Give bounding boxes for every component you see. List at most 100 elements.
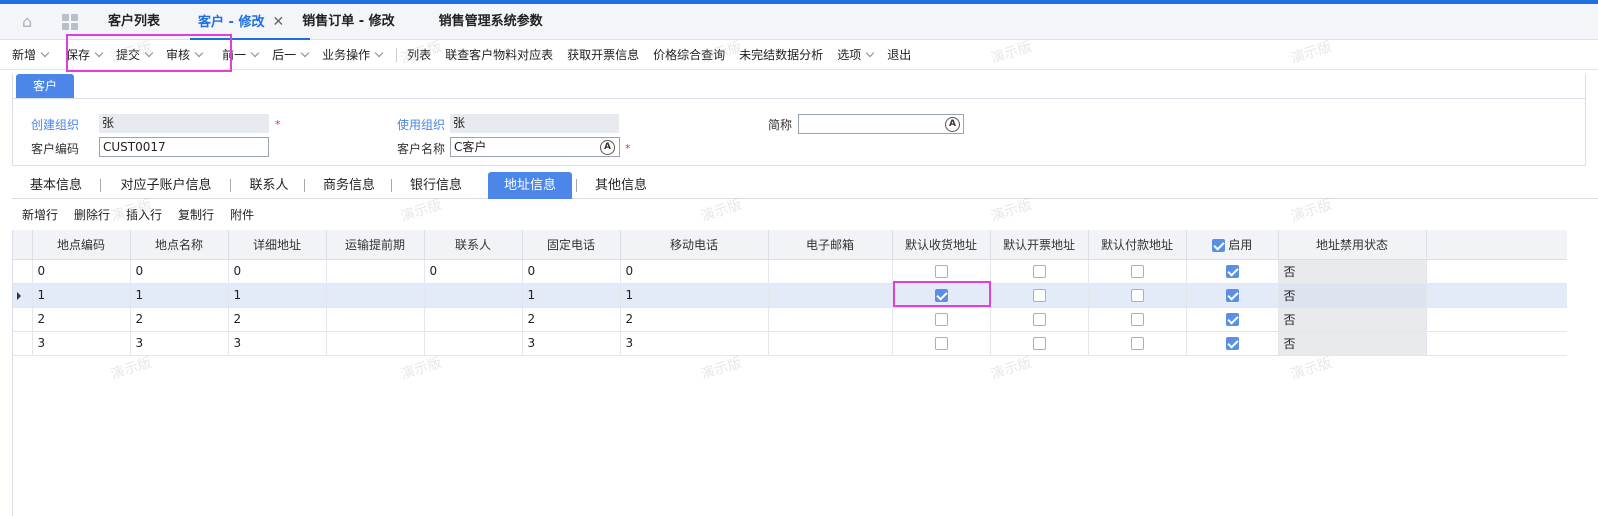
get-invoice-info-button[interactable]: 获取开票信息 — [567, 46, 639, 63]
pay-checkbox[interactable] — [1130, 337, 1144, 350]
cell-name[interactable]: 1 — [130, 283, 229, 308]
col-enabled[interactable]: 启用 — [1186, 230, 1279, 260]
col-default-pay[interactable]: 默认付款地址 — [1088, 230, 1187, 260]
cell-name[interactable]: 0 — [130, 259, 229, 284]
cell-code[interactable]: 3 — [32, 331, 131, 356]
col-address-status[interactable]: 地址禁用状态 — [1278, 230, 1427, 260]
lookup-icon[interactable]: A — [600, 140, 615, 155]
lookup-icon[interactable]: A — [945, 117, 960, 132]
ship-checkbox[interactable] — [934, 337, 948, 350]
cell-contact[interactable]: 0 — [424, 259, 523, 284]
tab-business-info[interactable]: 商务信息 — [308, 172, 390, 199]
customer-material-lookup-button[interactable]: 联查客户物料对应表 — [445, 46, 553, 63]
cell-mobile[interactable]: 3 — [620, 331, 769, 356]
unfinished-analysis-button[interactable]: 未完结数据分析 — [739, 46, 823, 63]
tab-address-info[interactable]: 地址信息 — [488, 172, 572, 199]
cell-email[interactable] — [768, 307, 893, 332]
invoice-checkbox[interactable] — [1032, 289, 1046, 302]
copy-row-button[interactable]: 复制行 — [178, 206, 214, 223]
tab-sales-params[interactable]: 销售管理系统参数 — [439, 4, 543, 40]
cell-addr[interactable]: 0 — [228, 259, 327, 284]
cell-mobile[interactable]: 1 — [620, 283, 769, 308]
cell-lead[interactable] — [326, 259, 425, 284]
add-row-button[interactable]: 新增行 — [22, 206, 58, 223]
apps-grid-icon[interactable] — [62, 13, 78, 30]
cell-phone[interactable]: 1 — [522, 283, 621, 308]
cell-code[interactable]: 1 — [32, 283, 131, 308]
cell-code[interactable]: 0 — [32, 259, 131, 284]
cell-name[interactable]: 2 — [130, 307, 229, 332]
home-icon[interactable]: ⌂ — [22, 13, 38, 30]
cell-contact[interactable] — [424, 283, 523, 308]
cell-mobile[interactable]: 2 — [620, 307, 769, 332]
cell-email[interactable] — [768, 259, 893, 284]
price-query-button[interactable]: 价格综合查询 — [653, 46, 725, 63]
cell-lead[interactable] — [326, 283, 425, 308]
cell-name[interactable]: 3 — [130, 331, 229, 356]
ship-checkbox[interactable] — [934, 313, 948, 326]
tab-bank-info[interactable]: 银行信息 — [395, 172, 477, 199]
row-indicator[interactable] — [13, 259, 33, 284]
table-row[interactable]: 33333否 — [13, 331, 1567, 356]
tab-other-info[interactable]: 其他信息 — [580, 172, 662, 199]
cell-lead[interactable] — [326, 307, 425, 332]
enabled-header-checkbox[interactable] — [1211, 238, 1225, 252]
col-contact[interactable]: 联系人 — [424, 230, 523, 260]
cell-addr[interactable]: 2 — [228, 307, 327, 332]
cell-lead[interactable] — [326, 331, 425, 356]
table-row[interactable]: 22222否 — [13, 307, 1567, 332]
table-row[interactable]: 11111否 — [13, 283, 1567, 308]
short-name-field[interactable] — [798, 114, 964, 134]
attachment-button[interactable]: 附件 — [230, 206, 254, 223]
invoice-checkbox[interactable] — [1032, 313, 1046, 326]
enabled-checkbox[interactable] — [1225, 313, 1239, 326]
pay-checkbox[interactable] — [1130, 313, 1144, 326]
delete-row-button[interactable]: 删除行 — [74, 206, 110, 223]
cell-phone[interactable]: 2 — [522, 307, 621, 332]
col-default-invoice[interactable]: 默认开票地址 — [990, 230, 1089, 260]
pay-checkbox[interactable] — [1130, 289, 1144, 302]
cell-code[interactable]: 2 — [32, 307, 131, 332]
cell-phone[interactable]: 0 — [522, 259, 621, 284]
col-site-code[interactable]: 地点编码 — [32, 230, 131, 260]
exit-button[interactable]: 退出 — [887, 46, 911, 63]
pay-checkbox[interactable] — [1130, 265, 1144, 278]
enabled-checkbox[interactable] — [1225, 337, 1239, 350]
customer-panel-tab[interactable]: 客户 — [16, 74, 74, 98]
col-detail-address[interactable]: 详细地址 — [228, 230, 327, 260]
col-email[interactable]: 电子邮箱 — [768, 230, 893, 260]
new-button[interactable]: 新增 — [12, 46, 50, 63]
tab-sales-order-edit[interactable]: 销售订单 - 修改 — [302, 4, 394, 40]
cell-phone[interactable]: 3 — [522, 331, 621, 356]
enabled-checkbox[interactable] — [1225, 265, 1239, 278]
col-lead-time[interactable]: 运输提前期 — [326, 230, 425, 260]
col-mobile[interactable]: 移动电话 — [620, 230, 769, 260]
cell-addr[interactable]: 3 — [228, 331, 327, 356]
col-phone[interactable]: 固定电话 — [522, 230, 621, 260]
close-icon[interactable]: ✕ — [272, 14, 284, 30]
cell-email[interactable] — [768, 331, 893, 356]
cell-addr[interactable]: 1 — [228, 283, 327, 308]
list-button[interactable]: 列表 — [407, 46, 431, 63]
cell-contact[interactable] — [424, 307, 523, 332]
invoice-checkbox[interactable] — [1032, 265, 1046, 278]
cell-contact[interactable] — [424, 331, 523, 356]
next-button[interactable]: 后一 — [272, 46, 310, 63]
cell-email[interactable] — [768, 283, 893, 308]
insert-row-button[interactable]: 插入行 — [126, 206, 162, 223]
col-site-name[interactable]: 地点名称 — [130, 230, 229, 260]
col-default-ship[interactable]: 默认收货地址 — [892, 230, 991, 260]
tab-contacts[interactable]: 联系人 — [234, 172, 304, 199]
invoice-checkbox[interactable] — [1032, 337, 1046, 350]
row-indicator[interactable] — [13, 283, 33, 308]
customer-code-field[interactable]: CUST0017 — [99, 137, 269, 157]
options-button[interactable]: 选项 — [837, 46, 875, 63]
row-indicator[interactable] — [13, 331, 33, 356]
customer-name-field[interactable]: C客户 — [450, 137, 620, 157]
row-indicator[interactable] — [13, 307, 33, 332]
table-row[interactable]: 000000否 — [13, 259, 1567, 284]
ship-checkbox[interactable] — [934, 265, 948, 278]
enabled-checkbox[interactable] — [1225, 289, 1239, 302]
business-operation-button[interactable]: 业务操作 — [322, 46, 384, 63]
tab-basic-info[interactable]: 基本信息 — [14, 172, 98, 199]
